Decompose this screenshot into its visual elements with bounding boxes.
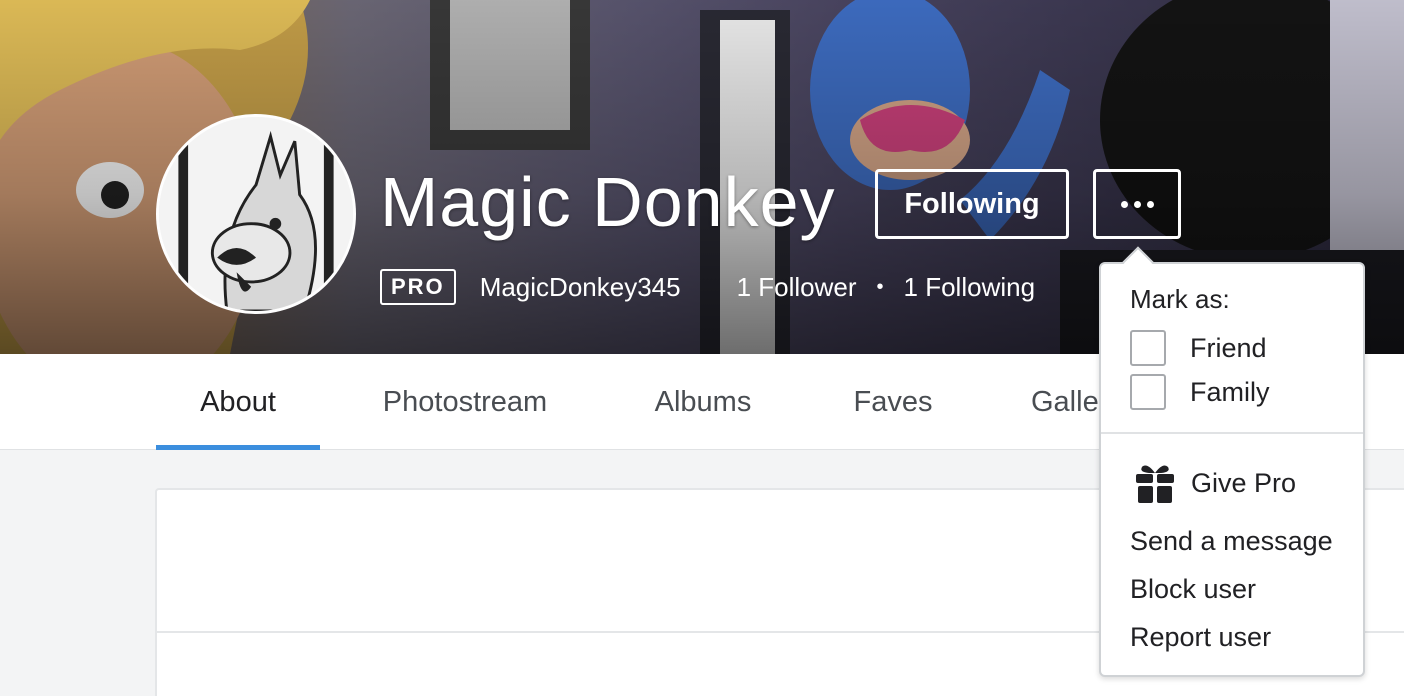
donkey-avatar-image <box>159 117 353 311</box>
menu-divider <box>1101 432 1363 434</box>
block-user-item[interactable]: Block user <box>1130 574 1256 605</box>
username: MagicDonkey345 <box>479 271 681 302</box>
tab-faves[interactable]: Faves <box>836 354 950 450</box>
more-options-button[interactable] <box>1093 169 1181 239</box>
report-user-item[interactable]: Report user <box>1130 622 1271 653</box>
give-pro-item[interactable]: Give Pro <box>1135 462 1296 504</box>
friend-checkbox-row[interactable]: Friend <box>1130 330 1267 366</box>
ellipsis-icon <box>1120 200 1128 208</box>
family-checkbox-row[interactable]: Family <box>1130 374 1270 410</box>
tab-albums[interactable]: Albums <box>632 354 774 450</box>
followers-link[interactable]: 1 Follower <box>737 272 857 303</box>
family-checkbox[interactable] <box>1130 374 1166 410</box>
profile-name: Magic Donkey <box>380 163 836 241</box>
pro-badge[interactable]: PRO <box>380 269 456 305</box>
gift-icon <box>1136 465 1174 503</box>
give-pro-label: Give Pro <box>1191 467 1297 498</box>
more-options-menu: Mark as: Friend Family Give Pro Send a m… <box>1099 246 1365 677</box>
friend-checkbox[interactable] <box>1130 330 1166 366</box>
tab-about[interactable]: About <box>156 354 320 450</box>
family-label: Family <box>1190 376 1270 407</box>
mark-as-label: Mark as: <box>1130 284 1230 314</box>
send-message-item[interactable]: Send a message <box>1130 526 1333 557</box>
following-link[interactable]: 1 Following <box>904 272 1036 303</box>
tab-photostream[interactable]: Photostream <box>360 354 570 450</box>
meta-separator: • <box>876 275 884 298</box>
profile-meta: PRO MagicDonkey345 1 Follower • 1 Follow… <box>380 268 1035 306</box>
avatar[interactable] <box>156 114 356 314</box>
following-button[interactable]: Following <box>875 169 1069 239</box>
friend-label: Friend <box>1190 332 1267 363</box>
